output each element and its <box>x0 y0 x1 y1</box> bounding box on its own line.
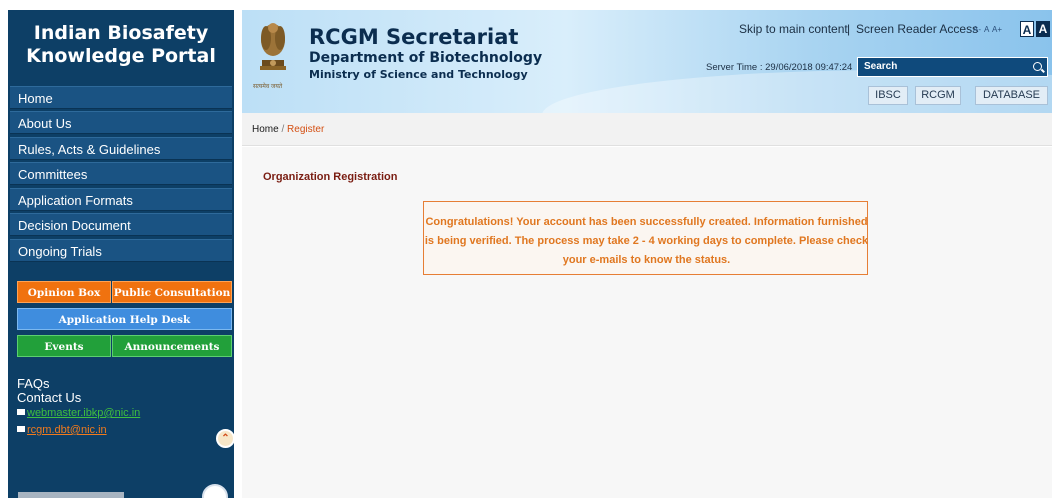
org-name: RCGM Secretariat <box>309 25 519 49</box>
page-title: Organization Registration <box>263 171 398 183</box>
breadcrumb-current: Register <box>287 124 325 135</box>
contrast-dark-button[interactable]: A <box>1036 21 1050 37</box>
announcements-button[interactable]: Announcements <box>112 335 232 357</box>
nav-rules-acts-guidelines[interactable]: Rules, Acts & Guidelines <box>10 137 232 160</box>
events-button[interactable]: Events <box>17 335 111 357</box>
contrast-light-button[interactable]: A <box>1020 21 1034 37</box>
tab-rcgm[interactable]: RCGM <box>915 86 961 105</box>
breadcrumb: Home / Register <box>252 124 324 136</box>
sidebar-bottom-widget <box>18 492 124 498</box>
tab-database[interactable]: DATABASE <box>975 86 1048 105</box>
badge-logo-icon <box>202 484 228 498</box>
department-name: Department of Biotechnology <box>309 50 543 66</box>
search-input[interactable]: Search <box>857 57 1048 77</box>
portal-title[interactable]: Indian Biosafety Knowledge Portal <box>8 22 234 68</box>
rcgm-email-row: rcgm.dbt@nic.in <box>17 424 107 436</box>
breadcrumb-bar: Home / Register <box>242 113 1052 146</box>
main-content: Organization Registration Congratulation… <box>242 147 1052 498</box>
header-banner: सत्यमेव जयते RCGM Secretariat Department… <box>242 10 1052 113</box>
contact-us-link[interactable]: Contact Us <box>17 391 81 405</box>
scroll-to-top-icon[interactable]: ⌃ <box>216 429 235 448</box>
breadcrumb-separator: / <box>278 124 288 135</box>
sidebar: Indian Biosafety Knowledge Portal Home A… <box>8 10 235 498</box>
webmaster-email-link[interactable]: webmaster.ibkp@nic.in <box>27 407 140 419</box>
emblem-caption: सत्यमेव जयते <box>253 84 283 90</box>
national-emblem-icon <box>256 20 290 76</box>
faqs-link[interactable]: FAQs <box>17 377 50 391</box>
public-consultation-button[interactable]: Public Consultation <box>112 281 232 303</box>
opinion-box-button[interactable]: Opinion Box <box>17 281 111 303</box>
screen-reader-access-link[interactable]: Screen Reader Access <box>856 22 978 36</box>
server-time: Server Time : 29/06/2018 09:47:24 <box>706 62 853 73</box>
rcgm-email-link[interactable]: rcgm.dbt@nic.in <box>27 424 107 436</box>
font-normal-button[interactable]: A <box>984 25 989 35</box>
portal-title-line2: Knowledge Portal <box>26 45 216 67</box>
webmaster-email-row: webmaster.ibkp@nic.in <box>17 407 140 419</box>
header-separator: | <box>847 22 851 36</box>
skip-to-main-content-link[interactable]: Skip to main content <box>739 22 848 36</box>
ministry-name: Ministry of Science and Technology <box>309 68 528 81</box>
nav-about-us[interactable]: About Us <box>10 111 232 134</box>
font-increase-button[interactable]: A+ <box>992 25 1002 35</box>
search-icon[interactable] <box>1033 62 1042 71</box>
search-placeholder: Search <box>864 61 898 72</box>
success-alert: Congratulations! Your account has been s… <box>423 201 868 275</box>
mail-icon <box>17 426 25 433</box>
nav-home[interactable]: Home <box>10 86 232 109</box>
breadcrumb-home-link[interactable]: Home <box>252 124 279 135</box>
mail-icon <box>17 409 25 416</box>
font-decrease-button[interactable]: A- <box>973 25 981 35</box>
tab-ibsc[interactable]: IBSC <box>868 86 908 105</box>
application-help-desk-button[interactable]: Application Help Desk <box>17 308 232 330</box>
nav-ongoing-trials[interactable]: Ongoing Trials <box>10 239 232 262</box>
success-message: Congratulations! Your account has been s… <box>424 216 869 266</box>
nav-application-formats[interactable]: Application Formats <box>10 188 232 211</box>
portal-title-line1: Indian Biosafety <box>33 22 209 44</box>
nav-decision-document[interactable]: Decision Document <box>10 213 232 236</box>
nav-committees[interactable]: Committees <box>10 162 232 185</box>
